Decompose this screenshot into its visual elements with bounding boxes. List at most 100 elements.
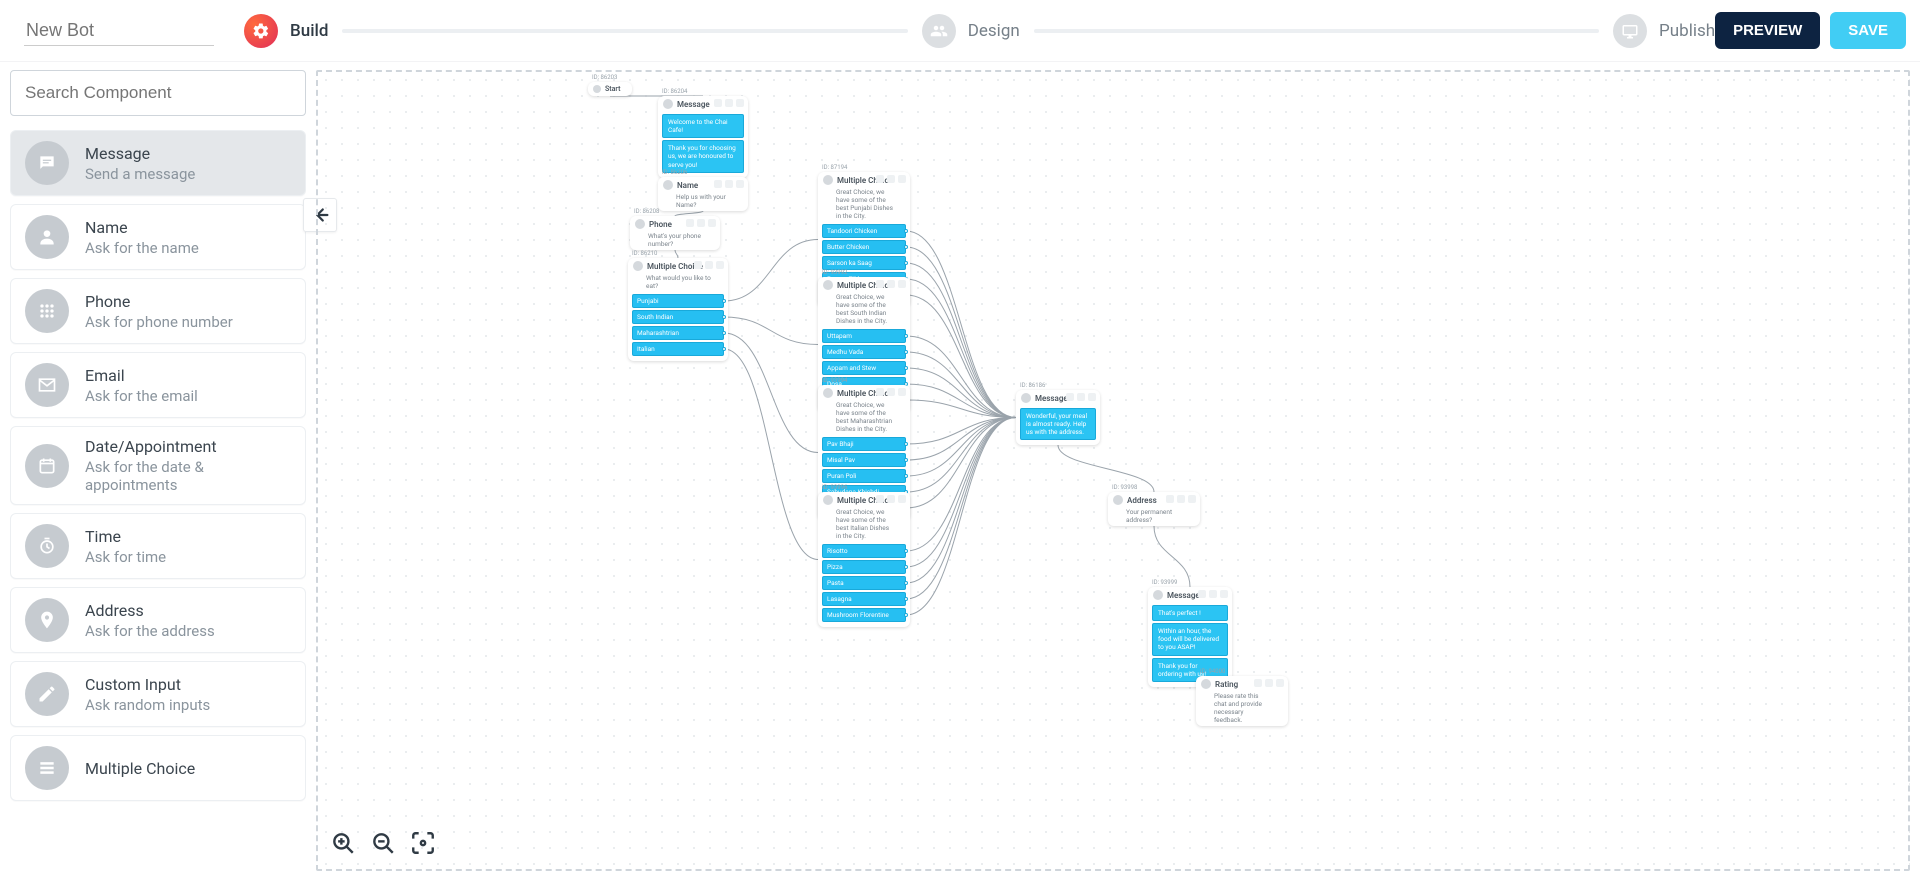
node-msg1[interactable]: ID: 86204MessageWelcome to the Chai Cafe… — [658, 96, 748, 178]
node-tool-copy-icon[interactable] — [725, 99, 733, 107]
node-mc_main[interactable]: ID: 86210Multiple ChoiceWhat would you l… — [628, 258, 728, 361]
choice-option[interactable]: Pizza — [822, 560, 906, 574]
choice-option[interactable]: Pasta — [822, 576, 906, 590]
choice-option[interactable]: Uttapam — [822, 329, 906, 343]
choice-option[interactable]: Risotto — [822, 544, 906, 558]
component-address[interactable]: AddressAsk for the address — [10, 587, 306, 653]
node-tool-delete-icon[interactable] — [1220, 590, 1228, 598]
node-tool-delete-icon[interactable] — [736, 180, 744, 188]
node-phone[interactable]: ID: 86208PhoneWhat's your phone number? — [630, 216, 720, 250]
fit-screen-button[interactable] — [410, 830, 436, 859]
choice-option[interactable]: Medhu Vada — [822, 345, 906, 359]
option-port[interactable] — [904, 565, 908, 569]
step-build[interactable]: Build — [244, 14, 328, 48]
node-tool-play-icon[interactable] — [714, 99, 722, 107]
step-design[interactable]: Design — [922, 14, 1020, 48]
component-phone[interactable]: PhoneAsk for phone number — [10, 278, 306, 344]
node-tool-delete-icon[interactable] — [898, 495, 906, 503]
node-tool-copy-icon[interactable] — [705, 261, 713, 269]
option-port[interactable] — [904, 597, 908, 601]
option-port[interactable] — [904, 458, 908, 462]
node-tool-copy-icon[interactable] — [697, 219, 705, 227]
option-port[interactable] — [904, 581, 908, 585]
node-tool-play-icon[interactable] — [714, 180, 722, 188]
node-tool-play-icon[interactable] — [876, 175, 884, 183]
node-tool-delete-icon[interactable] — [1088, 393, 1096, 401]
component-time[interactable]: TimeAsk for time — [10, 513, 306, 579]
choice-option[interactable]: Appam and Stew — [822, 361, 906, 375]
choice-option[interactable]: Maharashtrian — [632, 326, 724, 340]
node-tool-copy-icon[interactable] — [1077, 393, 1085, 401]
node-tool-play-icon[interactable] — [694, 261, 702, 269]
option-port[interactable] — [722, 315, 726, 319]
node-tool-play-icon[interactable] — [1166, 495, 1174, 503]
option-port[interactable] — [722, 299, 726, 303]
node-tool-delete-icon[interactable] — [736, 99, 744, 107]
option-port[interactable] — [904, 350, 908, 354]
zoom-out-button[interactable] — [370, 830, 396, 859]
choice-option[interactable]: Sarson ka Saag — [822, 256, 906, 270]
node-address[interactable]: ID: 93998AddressYour permanent address? — [1108, 492, 1200, 526]
node-tool-copy-icon[interactable] — [887, 280, 895, 288]
option-port[interactable] — [722, 331, 726, 335]
choice-option[interactable]: Misal Pav — [822, 453, 906, 467]
option-port[interactable] — [904, 549, 908, 553]
choice-option[interactable]: Tandoori Chicken — [822, 224, 906, 238]
choice-option[interactable]: Italian — [632, 342, 724, 356]
choice-option[interactable]: Mushroom Florentine — [822, 608, 906, 622]
option-port[interactable] — [904, 334, 908, 338]
component-date-appointment[interactable]: Date/AppointmentAsk for the date & appoi… — [10, 426, 306, 505]
node-tool-copy-icon[interactable] — [725, 180, 733, 188]
node-tool-delete-icon[interactable] — [1188, 495, 1196, 503]
option-port[interactable] — [904, 366, 908, 370]
node-tool-delete-icon[interactable] — [898, 280, 906, 288]
node-start[interactable]: ID: 86203Start — [588, 82, 632, 96]
bot-name-input[interactable] — [24, 16, 214, 46]
option-port[interactable] — [722, 347, 726, 351]
node-tool-copy-icon[interactable] — [887, 388, 895, 396]
component-name[interactable]: NameAsk for the name — [10, 204, 306, 270]
node-tool-delete-icon[interactable] — [898, 388, 906, 396]
search-input[interactable] — [10, 70, 306, 116]
node-tool-copy-icon[interactable] — [1177, 495, 1185, 503]
node-tool-copy-icon[interactable] — [887, 495, 895, 503]
node-msg_confirm[interactable]: ID: 86186MessageWonderful, your meal is … — [1016, 390, 1100, 445]
flow-canvas[interactable]: ID: 86203Start ID: 86204MessageWelcome to… — [316, 70, 1910, 871]
node-tool-delete-icon[interactable] — [708, 219, 716, 227]
choice-option[interactable]: South Indian — [632, 310, 724, 324]
choice-option[interactable]: Butter Chicken — [822, 240, 906, 254]
node-tool-play-icon[interactable] — [876, 280, 884, 288]
node-tool-play-icon[interactable] — [876, 388, 884, 396]
option-port[interactable] — [904, 229, 908, 233]
component-message[interactable]: MessageSend a message — [10, 130, 306, 196]
step-publish[interactable]: Publish — [1613, 14, 1715, 48]
choice-option[interactable]: Punjabi — [632, 294, 724, 308]
node-rating[interactable]: ID: 94000RatingPlease rate this chat and… — [1196, 676, 1288, 726]
node-tool-copy-icon[interactable] — [887, 175, 895, 183]
node-name[interactable]: ID: 86206NameHelp us with your Name? — [658, 177, 748, 211]
option-port[interactable] — [904, 261, 908, 265]
component-multiple-choice[interactable]: Multiple Choice — [10, 735, 306, 801]
option-port[interactable] — [904, 245, 908, 249]
component-email[interactable]: EmailAsk for the email — [10, 352, 306, 418]
node-tool-delete-icon[interactable] — [716, 261, 724, 269]
choice-option[interactable]: Pav Bhaji — [822, 437, 906, 451]
node-tool-copy-icon[interactable] — [1209, 590, 1217, 598]
option-port[interactable] — [904, 474, 908, 478]
node-tool-play-icon[interactable] — [1066, 393, 1074, 401]
save-button[interactable]: SAVE — [1830, 12, 1906, 49]
component-custom-input[interactable]: Custom InputAsk random inputs — [10, 661, 306, 727]
choice-option[interactable]: Lasagna — [822, 592, 906, 606]
node-tool-play-icon[interactable] — [1198, 590, 1206, 598]
option-port[interactable] — [904, 613, 908, 617]
node-tool-delete-icon[interactable] — [1276, 679, 1284, 687]
node-tool-copy-icon[interactable] — [1265, 679, 1273, 687]
node-mc_italian[interactable]: ID: 93996Multiple ChoiceGreat Choice, we… — [818, 492, 910, 627]
node-tool-play-icon[interactable] — [1254, 679, 1262, 687]
node-tool-play-icon[interactable] — [876, 495, 884, 503]
node-tool-play-icon[interactable] — [686, 219, 694, 227]
preview-button[interactable]: PREVIEW — [1715, 12, 1820, 49]
zoom-in-button[interactable] — [330, 830, 356, 859]
choice-option[interactable]: Puran Poli — [822, 469, 906, 483]
option-port[interactable] — [904, 442, 908, 446]
